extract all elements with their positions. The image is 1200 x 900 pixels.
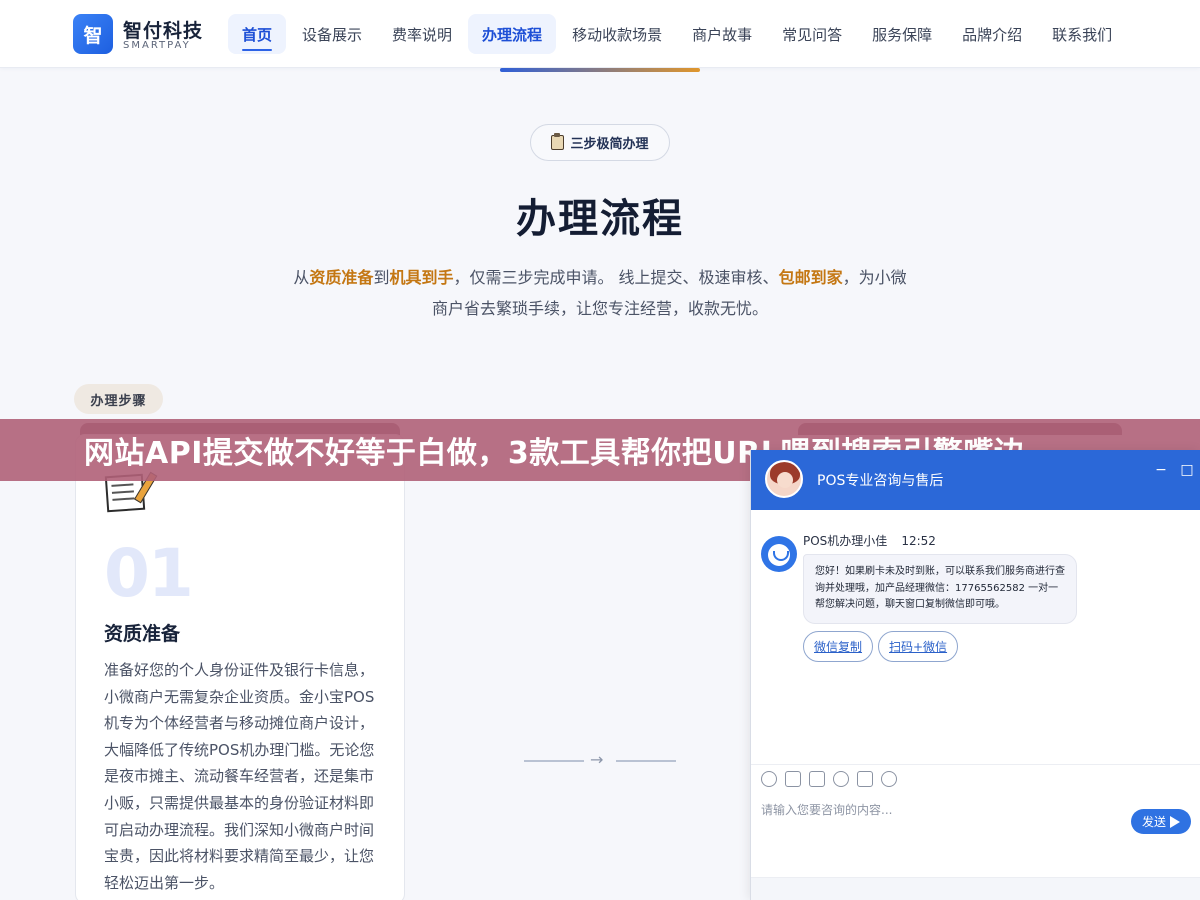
minimize-icon[interactable]: − [1153,462,1169,478]
main-nav: 首页 设备展示 费率说明 办理流程 移动收款场景 商户故事 常见问答 服务保障 … [228,14,1126,54]
consultant-avatar [765,460,803,498]
step-number: 01 [104,535,194,612]
badge-label: 三步极简办理 [570,137,649,152]
agent-meta: POS机办理小佳 12:52 [803,532,936,549]
chat-title: POS专业咨询与售后 [817,473,944,489]
intro-highlight: 包邮到家 [778,268,843,287]
intro-highlight: 资质准备 [309,268,374,287]
nav-item-stories[interactable]: 商户故事 [678,14,766,54]
intro-part: 到 [373,268,390,287]
maximize-icon[interactable]: □ [1179,462,1195,478]
agent-avatar [761,536,797,572]
image-icon[interactable] [785,770,801,787]
brand-logo[interactable]: 智 智付科技 SMARTPAY [73,14,233,56]
brand-name: 智付科技 [123,20,204,42]
intro-highlight: 机具到手 [389,268,454,287]
chat-widget: POS专业咨询与售后 − □ POS机办理小佳 12:52 您好！如果刷卡未及时到… [750,450,1200,900]
send-button[interactable]: 发送 [1131,809,1191,834]
connector-line [616,760,676,762]
steps-section-tag: 办理步骤 [74,384,163,414]
nav-item-home[interactable]: 首页 [228,14,287,54]
emoji-icon[interactable] [761,770,777,787]
intro-part: ，仅需三步完成申请。 线上提交、极速审核、 [453,268,779,287]
clipboard-icon [551,133,565,150]
chat-toolbar [751,764,1200,792]
site-header: 智 智付科技 SMARTPAY 首页 设备展示 费率说明 办理流程 移动收款场景… [0,0,1200,68]
brand-mark-icon: 智 [73,14,113,54]
page-title: 办理流程 [516,196,684,242]
intro-part: 从 [293,268,310,287]
step-description: 准备好您的个人身份证件及银行卡信息，小微商户无需复杂企业资质。金小宝POS机专为… [104,661,375,892]
nav-item-contact[interactable]: 联系我们 [1038,14,1126,54]
send-icon [1170,815,1180,828]
send-label: 发送 [1141,815,1166,829]
nav-item-process[interactable]: 办理流程 [468,14,557,54]
chat-message-input[interactable] [761,798,1121,822]
nav-item-rates[interactable]: 费率说明 [378,14,466,54]
connector-line [524,760,584,762]
brand-subtitle: SMARTPAY [123,40,191,51]
step-card-1: 01 资质准备 准备好您的个人身份证件及银行卡信息，小微商户无需复杂企业资质。金… [75,434,405,900]
nav-item-scenarios[interactable]: 移动收款场景 [558,14,676,54]
chat-header: POS专业咨询与售后 − □ [751,450,1200,510]
voice-icon[interactable] [857,770,873,787]
step-title: 资质准备 [104,623,181,645]
agent-name: POS机办理小佳 [803,534,888,548]
screenshot-icon[interactable] [809,770,825,787]
scan-wechat-button[interactable]: 扫码+微信 [878,631,959,662]
message-time: 12:52 [901,534,936,548]
chat-footer [751,877,1200,900]
nav-item-brand[interactable]: 品牌介绍 [948,14,1036,54]
nav-item-faq[interactable]: 常见问答 [768,14,856,54]
agent-message-bubble: 您好！如果刷卡未及时到账，可以联系我们服务商进行查询并处理哦，加产品经理微信：1… [803,554,1077,624]
process-badge: 三步极简办理 [530,124,670,161]
step-connector: → [524,750,676,772]
rating-icon[interactable] [833,770,849,787]
nav-scroll-progress [500,68,700,72]
wechat-icon[interactable] [881,770,897,787]
intro-text: 从资质准备到机具到手，仅需三步完成申请。 线上提交、极速审核、包邮到家，为小微商… [290,262,910,324]
arrow-right-icon: → [590,750,604,769]
copy-wechat-button[interactable]: 微信复制 [803,631,874,662]
nav-item-service[interactable]: 服务保障 [858,14,946,54]
nav-item-devices[interactable]: 设备展示 [288,14,376,54]
